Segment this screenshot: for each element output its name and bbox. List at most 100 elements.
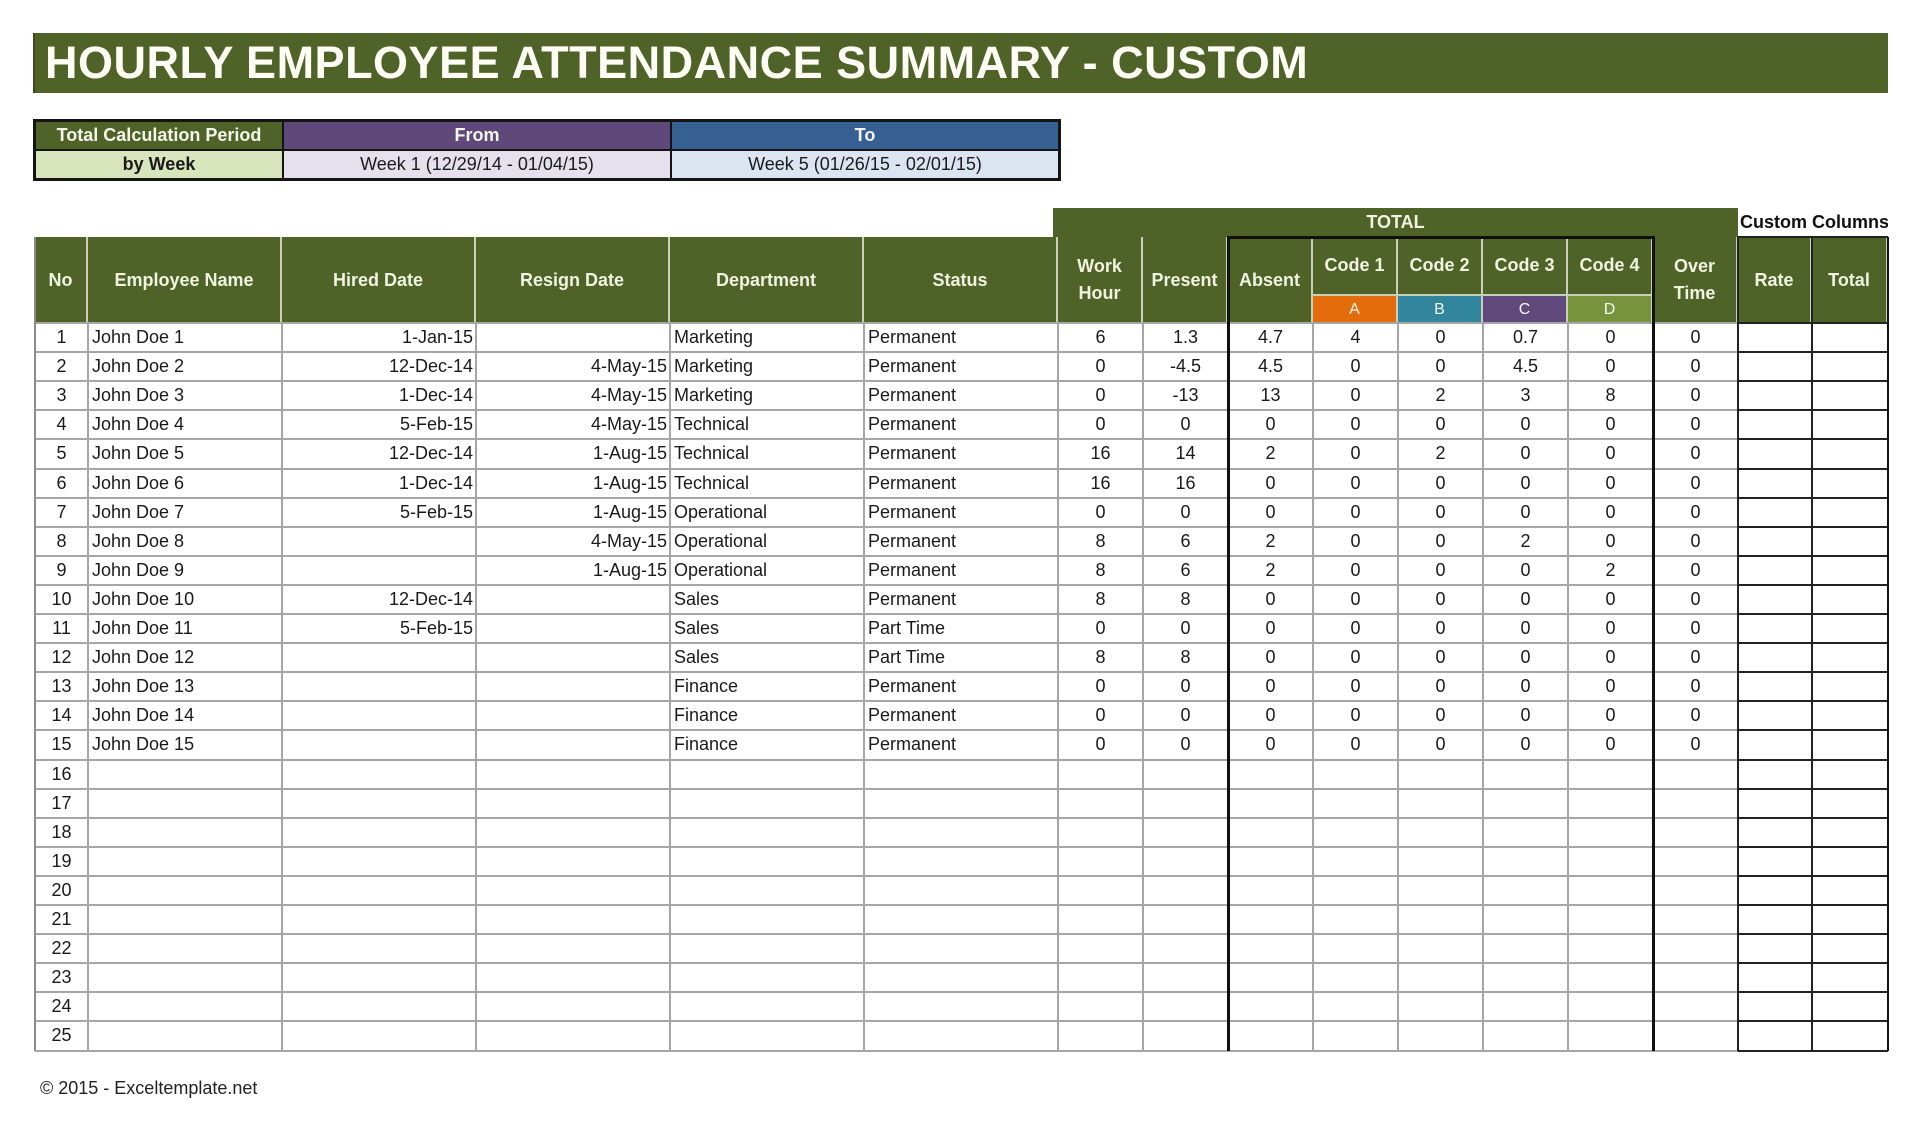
code-4-cell: 8 [1605,385,1616,406]
present-cell [1143,992,1228,1021]
rate-cell[interactable] [1738,992,1812,1021]
hired-date-cell: 5-Feb-15 [399,618,473,639]
rate-cell[interactable] [1738,876,1812,905]
rate-cell[interactable] [1738,905,1812,934]
absent-box-top [1227,236,1655,239]
total-cell[interactable] [1812,876,1888,905]
code-1-cell: 0 [1350,414,1361,435]
col-divider [1057,323,1059,1051]
total-cell[interactable] [1812,760,1888,789]
total-cell[interactable] [1812,905,1888,934]
present-cell [1143,934,1228,963]
rate-cell[interactable] [1738,381,1812,410]
code-3-cell [1483,963,1568,992]
rate-cell[interactable] [1738,498,1812,527]
total-cell[interactable] [1812,643,1888,672]
rate-cell[interactable] [1738,847,1812,876]
code-1-cell: 0 [1350,734,1361,755]
absent-cell: 0 [1265,588,1276,609]
row-divider-custom [1738,322,1888,324]
rate-cell[interactable] [1738,556,1812,585]
total-cell[interactable] [1812,992,1888,1021]
present-cell: 14 [1175,443,1196,464]
rate-cell[interactable] [1738,701,1812,730]
col-code-4-header: Code 4 [1568,237,1653,294]
status-cell: Permanent [868,472,957,493]
code-3-cell: 0 [1520,414,1531,435]
rate-cell[interactable] [1738,585,1812,614]
total-cell[interactable] [1812,439,1888,468]
total-cell[interactable] [1812,847,1888,876]
total-cell[interactable] [1812,789,1888,818]
code-3-cell: 0 [1520,588,1531,609]
no-cell: 17 [51,792,72,813]
total-cell[interactable] [1812,469,1888,498]
total-cell[interactable] [1812,934,1888,963]
rate-cell[interactable] [1738,789,1812,818]
rate-cell[interactable] [1738,527,1812,556]
code-2-cell: 0 [1435,588,1446,609]
total-cell[interactable] [1812,614,1888,643]
department-cell: Technical [674,414,750,435]
employee-name-cell: John Doe 7 [92,501,185,522]
rate-cell[interactable] [1738,323,1812,352]
total-cell[interactable] [1812,556,1888,585]
rate-cell[interactable] [1738,1021,1812,1050]
over-time-cell [1653,963,1738,992]
col-divider [1142,323,1144,1051]
total-cell[interactable] [1812,352,1888,381]
present-cell: 8 [1180,647,1191,668]
row-divider-custom [1738,845,1888,848]
total-cell[interactable] [1812,527,1888,556]
total-cell[interactable] [1812,1021,1888,1050]
work-hour-cell [1058,818,1143,847]
code-3-cell: 0 [1520,647,1531,668]
rate-cell[interactable] [1738,439,1812,468]
col-divider [1482,323,1484,1051]
total-cell[interactable] [1812,381,1888,410]
total-cell[interactable] [1812,498,1888,527]
rate-cell[interactable] [1738,469,1812,498]
resign-date-cell [476,963,670,992]
absent-cell: 2 [1265,559,1276,580]
rate-cell[interactable] [1738,614,1812,643]
rate-cell[interactable] [1738,672,1812,701]
rate-cell[interactable] [1738,730,1812,759]
code-2-cell: 0 [1435,356,1446,377]
rate-cell[interactable] [1738,410,1812,439]
department-cell [670,876,864,905]
total-cell[interactable] [1812,701,1888,730]
no-cell: 18 [51,821,72,842]
over-time-cell: 0 [1690,734,1701,755]
total-cell[interactable] [1812,963,1888,992]
resign-date-cell [476,789,670,818]
rate-cell[interactable] [1738,643,1812,672]
total-cell[interactable] [1812,585,1888,614]
total-cell[interactable] [1812,818,1888,847]
copyright-footer: © 2015 - Exceltemplate.net [40,1078,258,1098]
over-time-cell: 0 [1690,443,1701,464]
rate-cell[interactable] [1738,934,1812,963]
rate-cell[interactable] [1738,760,1812,789]
rate-cell[interactable] [1738,818,1812,847]
table-left-border [34,237,36,1051]
total-cell[interactable] [1812,672,1888,701]
code-4-cell: 0 [1605,618,1616,639]
col-divider [1887,237,1889,1051]
hired-date-cell [282,672,476,701]
code-4-cell: 0 [1605,588,1616,609]
code-1-cell: 0 [1350,472,1361,493]
total-cell[interactable] [1812,323,1888,352]
code-4-cell [1568,789,1653,818]
work-hour-cell: 0 [1095,501,1106,522]
code-1-cell [1313,992,1398,1021]
code-1-cell [1313,876,1398,905]
total-cell[interactable] [1812,410,1888,439]
rate-cell[interactable] [1738,352,1812,381]
rate-cell[interactable] [1738,963,1812,992]
work-hour-cell: 0 [1095,676,1106,697]
total-cell[interactable] [1812,730,1888,759]
code-1-cell: 0 [1350,385,1361,406]
over-time-cell: 0 [1690,705,1701,726]
employee-name-cell: John Doe 4 [92,414,185,435]
